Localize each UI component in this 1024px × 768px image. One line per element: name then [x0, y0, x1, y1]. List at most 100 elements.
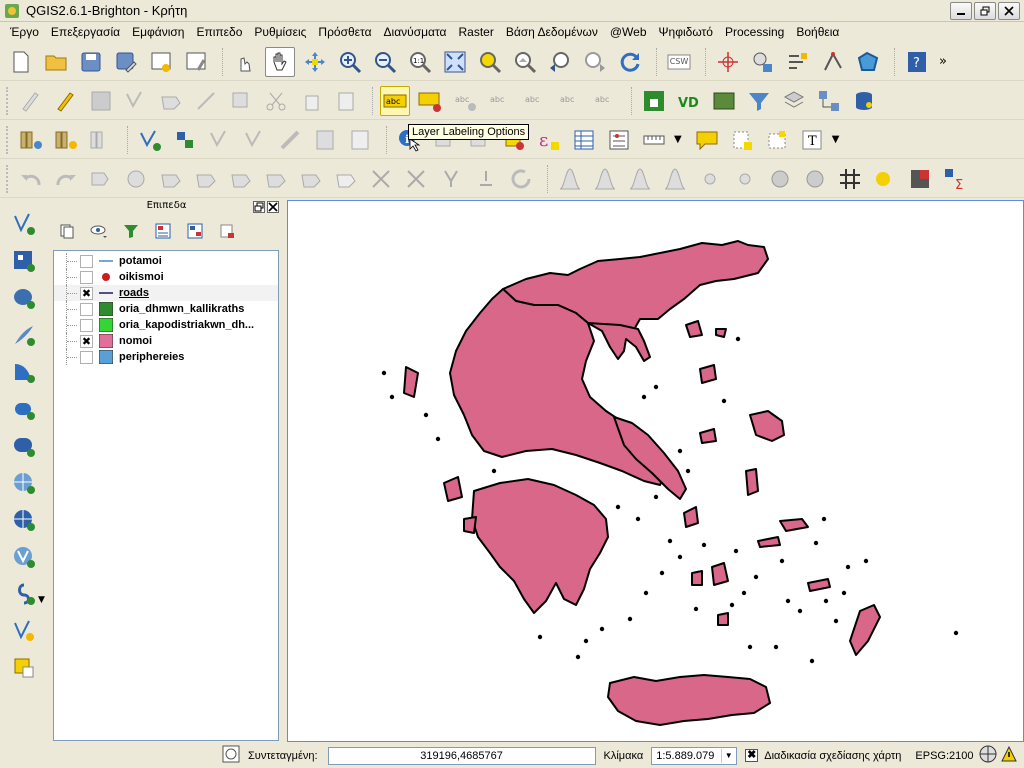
annotation-dropdown-arrow[interactable]: ▼ — [832, 134, 840, 145]
contrast-up-button[interactable] — [765, 164, 795, 194]
open-project-button[interactable] — [41, 47, 71, 77]
layer-labeling-options-button[interactable]: abc — [380, 85, 410, 116]
raster-pixel-button[interactable] — [905, 164, 935, 194]
toolbar-grip[interactable] — [6, 125, 12, 154]
csw-button[interactable]: CSW — [664, 47, 694, 77]
panel-float-button[interactable] — [253, 201, 265, 213]
reshape-button[interactable] — [296, 164, 326, 194]
render-checkbox[interactable]: ✖ — [745, 749, 759, 762]
current-edits-button[interactable] — [16, 86, 46, 116]
zoom-out-button[interactable] — [370, 47, 400, 77]
layer-visibility-checkbox[interactable] — [80, 254, 93, 268]
layer-item-nomoi[interactable]: ✖ nomoi — [54, 333, 278, 349]
georeferencer-button[interactable] — [783, 47, 813, 77]
rotate-label-button[interactable]: abc — [555, 86, 585, 116]
db-add-button[interactable] — [51, 125, 81, 155]
raster-stretch-button[interactable] — [590, 164, 620, 194]
zoom-to-layer-button[interactable] — [510, 47, 540, 77]
add-wfs-layer-button[interactable] — [8, 541, 40, 573]
new-shapefile-button[interactable] — [135, 125, 165, 155]
menu-vector[interactable]: Διανύσματα — [378, 25, 453, 39]
split-parts-button[interactable] — [401, 164, 431, 194]
new-layer-dropdown-arrow[interactable]: ▼ — [38, 595, 45, 605]
filter-legend-button[interactable] — [122, 222, 140, 240]
delete-selected-button[interactable] — [226, 86, 256, 116]
pin-labels-button[interactable]: abc — [450, 86, 480, 116]
raster-local-stretch-button[interactable] — [625, 164, 655, 194]
map-canvas[interactable] — [287, 200, 1024, 742]
brightness-up-button[interactable] — [695, 164, 725, 194]
menu-web[interactable]: @Web — [604, 25, 653, 39]
new-bookmark-button[interactable] — [727, 125, 757, 155]
menu-help[interactable]: Βοήθεια — [790, 25, 845, 39]
move-feature-button[interactable] — [156, 86, 186, 116]
add-mssql-layer-button[interactable] — [8, 356, 40, 388]
layer-visibility-checkbox[interactable]: ✖ — [80, 334, 93, 348]
text-annotation-button[interactable]: T — [797, 125, 827, 155]
zoom-full-button[interactable] — [440, 47, 470, 77]
remove-layer-button[interactable] — [240, 125, 270, 155]
cut-features-button[interactable] — [261, 86, 291, 116]
new-vector-layer-button[interactable] — [8, 615, 40, 647]
new-gpx-button[interactable] — [205, 125, 235, 155]
raster-calculator-button[interactable]: Σ — [940, 164, 970, 194]
add-feature-point-button[interactable] — [713, 47, 743, 77]
layer-visibility-checkbox[interactable] — [80, 270, 93, 284]
raster-full-stretch-button[interactable] — [660, 164, 690, 194]
diagram-options-button[interactable] — [415, 86, 445, 116]
measure-tool-button[interactable] — [275, 125, 305, 155]
crs-status-button[interactable]: EPSG:2100 — [915, 750, 973, 762]
plugin-layers-button[interactable] — [779, 86, 809, 116]
layer-item-roads[interactable]: ✖ roads — [54, 285, 278, 301]
coordinate-field[interactable]: 319196,4685767 — [327, 746, 596, 765]
pan-to-selection-button[interactable] — [300, 47, 330, 77]
contrast-down-button[interactable] — [800, 164, 830, 194]
plugin-vd-button[interactable]: VD — [674, 86, 704, 116]
menu-project[interactable]: Έργο — [4, 25, 45, 39]
add-delimited-text-layer-button[interactable] — [8, 578, 40, 610]
layer-visibility-checkbox[interactable] — [80, 350, 93, 364]
add-spatialite-layer-button[interactable] — [8, 319, 40, 351]
menu-view[interactable]: Εμφάνιση — [126, 25, 190, 39]
add-oracle-layer-button[interactable] — [8, 393, 40, 425]
layer-item-potamoi[interactable]: potamoi — [54, 253, 278, 269]
open-attribute-table-button[interactable] — [569, 125, 599, 155]
db-manager-button[interactable] — [16, 125, 46, 155]
scale-combobox[interactable]: 1:5.889.079 ▼ — [651, 746, 738, 765]
plugin-green-button[interactable] — [639, 86, 669, 116]
brightness-down-button[interactable] — [730, 164, 760, 194]
split-features-button[interactable] — [366, 164, 396, 194]
save-edits-button[interactable] — [86, 86, 116, 116]
delete-part-button[interactable] — [261, 164, 291, 194]
add-wcs-layer-button[interactable] — [8, 504, 40, 536]
add-ring-button[interactable] — [121, 164, 151, 194]
remove-layer-panel-button[interactable] — [218, 222, 236, 240]
gps-tool-button[interactable] — [748, 47, 778, 77]
add-vector-layer-button[interactable] — [8, 208, 40, 240]
help-button[interactable]: ? — [902, 47, 932, 77]
zoom-in-button[interactable] — [335, 47, 365, 77]
zoom-actual-size-button[interactable]: 1:1 — [405, 47, 435, 77]
layer-item-periphereies[interactable]: periphereies — [54, 349, 278, 365]
add-raster-layer-button[interactable] — [8, 245, 40, 277]
change-label-button[interactable]: abc — [590, 86, 620, 116]
measure-dropdown-arrow[interactable]: ▼ — [674, 134, 682, 145]
new-project-button[interactable] — [6, 47, 36, 77]
close-button[interactable] — [998, 2, 1020, 20]
menu-edit[interactable]: Επεξεργασία — [45, 25, 126, 39]
touch-zoom-button[interactable] — [230, 47, 260, 77]
add-feature-button[interactable] — [121, 86, 151, 116]
zoom-next-button[interactable] — [580, 47, 610, 77]
collapse-all-button[interactable] — [186, 222, 204, 240]
simplify-feature-button[interactable] — [86, 164, 116, 194]
save-project-button[interactable] — [76, 47, 106, 77]
scale-dropdown-arrow[interactable]: ▼ — [721, 748, 735, 763]
paste-features-button[interactable] — [331, 86, 361, 116]
layer-item-oikismoi[interactable]: oikismoi — [54, 269, 278, 285]
field-calculator-button[interactable] — [604, 125, 634, 155]
copy-features-button[interactable] — [296, 86, 326, 116]
fill-ring-button[interactable] — [191, 164, 221, 194]
menu-settings[interactable]: Ρυθμίσεις — [248, 25, 312, 39]
yellow-point-button[interactable] — [870, 164, 900, 194]
statistics-button[interactable] — [345, 125, 375, 155]
